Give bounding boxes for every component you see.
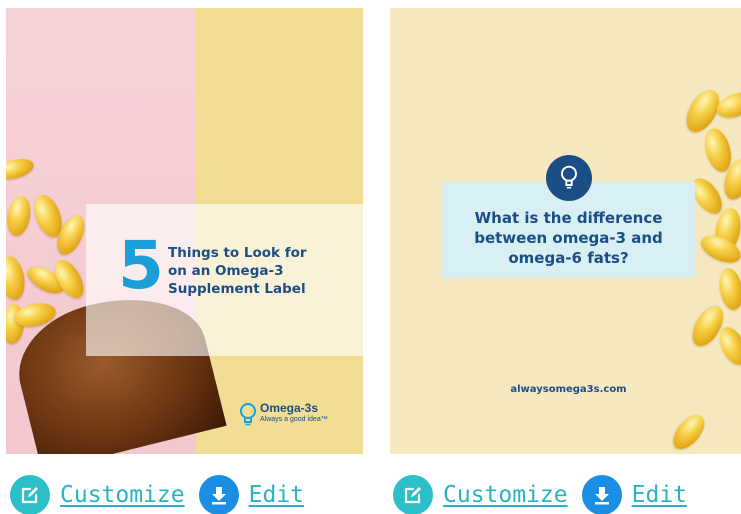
card-omega3-vs-omega6-thumbnail[interactable]: What is the difference between omega-3 a…: [390, 8, 741, 454]
card-title: What is the difference between omega-3 a…: [442, 208, 695, 268]
edit-button[interactable]: Edit: [198, 475, 305, 514]
card-actions: Customize Edit: [393, 475, 687, 514]
lightbulb-icon: [561, 165, 577, 189]
customize-label: Customize: [60, 482, 185, 508]
title-line: What is the difference: [474, 209, 663, 227]
download-icon: [198, 475, 239, 514]
edit-icon: [10, 475, 50, 514]
edit-label: Edit: [248, 482, 305, 508]
lightbulb-icon: [240, 403, 256, 426]
title-line: omega-6 fats?: [508, 249, 629, 267]
card-omega3-label-thumbnail[interactable]: 5 Things to Look for on an Omega-3 Suppl…: [6, 8, 363, 454]
capsule-image: [716, 266, 741, 312]
lightbulb-badge: [546, 155, 592, 201]
capsule-image: [667, 409, 711, 454]
title-line: Supplement Label: [168, 281, 306, 297]
edit-button[interactable]: Edit: [581, 475, 688, 514]
website-url: alwaysomega3s.com: [510, 384, 627, 395]
card-title: Things to Look for on an Omega-3 Supplem…: [168, 244, 307, 298]
omega3s-logo: Omega-3s Always a good idea™: [238, 402, 328, 428]
download-icon: [581, 475, 622, 514]
customize-label: Customize: [443, 482, 568, 508]
customize-button[interactable]: Customize: [10, 475, 185, 514]
customize-button[interactable]: Customize: [393, 475, 568, 514]
edit-icon: [393, 475, 433, 514]
title-line: on an Omega-3: [168, 263, 284, 279]
big-number: 5: [118, 227, 164, 304]
edit-label: Edit: [631, 482, 688, 508]
card-actions: Customize Edit: [10, 475, 304, 514]
logo-name: Omega-3s: [260, 401, 319, 415]
title-line: Things to Look for: [168, 245, 307, 261]
logo-tagline: Always a good idea™: [260, 416, 328, 423]
title-line: between omega-3 and: [474, 229, 663, 247]
